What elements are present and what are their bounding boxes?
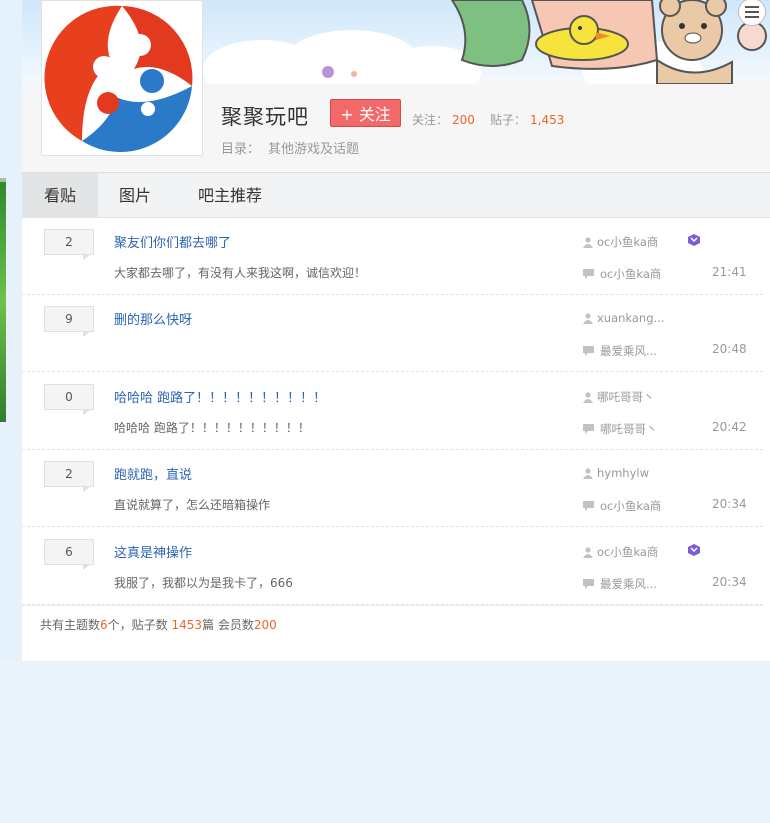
summary-members: 200 bbox=[253, 618, 277, 632]
replier-name-link[interactable]: 最爱乘风... bbox=[600, 343, 657, 359]
forum-logo-icon bbox=[44, 4, 196, 153]
replier-name-link[interactable]: 哪吒哥哥丶 bbox=[600, 421, 658, 437]
forum-title[interactable]: 聚聚玩吧 bbox=[221, 101, 309, 131]
follow-count-value: 200 bbox=[452, 113, 475, 127]
left-decor-strip bbox=[0, 0, 24, 661]
replier-name-link[interactable]: 最爱乘风... bbox=[600, 576, 657, 592]
thread-row: 9 删的那么快呀 xuankang... 最爱乘风... 20:48 bbox=[22, 295, 763, 372]
replier-name-link[interactable]: oc小鱼ka商 bbox=[600, 498, 661, 514]
user-icon bbox=[583, 312, 593, 324]
reply-icon bbox=[583, 269, 594, 279]
follow-count-stat: 关注： 200 bbox=[412, 111, 475, 128]
thread-row: 2 聚友们你们都去哪了 大家都去哪了，有没有人来我这啊，诚信欢迎！ oc小鱼ka… bbox=[22, 218, 763, 295]
author-name-link[interactable]: oc小鱼ka商 bbox=[597, 234, 658, 250]
user-icon bbox=[583, 236, 593, 248]
forum-catalog: 目录： 其他游戏及话题 bbox=[221, 138, 359, 157]
footer-divider bbox=[22, 605, 763, 606]
thread-abstract: 哈哈哈 跑路了！！！！！！！！！！ bbox=[114, 421, 310, 435]
thread-row: 0 哈哈哈 跑路了！！！！！！！！！！ 哈哈哈 跑路了！！！！！！！！！！ 哪吒… bbox=[22, 373, 763, 450]
last-replier: 最爱乘风... bbox=[583, 576, 657, 592]
reply-count: 6 bbox=[44, 539, 94, 570]
catalog-link[interactable]: 其他游戏及话题 bbox=[268, 142, 359, 157]
thread-abstract: 大家都去哪了，有没有人来我这啊，诚信欢迎！ bbox=[114, 266, 367, 280]
thread-row: 2 跑就跑，直说 直说就算了，怎么还暗箱操作 hymhylw oc小鱼ka商 2… bbox=[22, 450, 763, 527]
thread-title-link[interactable]: 哈哈哈 跑路了！！！！！！！！！！ bbox=[114, 387, 326, 406]
reply-icon bbox=[583, 346, 594, 356]
reply-count: 2 bbox=[44, 461, 94, 492]
user-icon bbox=[583, 467, 593, 479]
tab-images[interactable]: 图片 bbox=[98, 173, 172, 219]
replier-name-link[interactable]: oc小鱼ka商 bbox=[600, 266, 661, 282]
reply-time: 20:34 bbox=[712, 575, 747, 589]
last-replier: oc小鱼ka商 bbox=[583, 266, 661, 282]
thread-author: hymhylw bbox=[583, 466, 649, 480]
thread-title-link[interactable]: 这真是神操作 bbox=[114, 542, 192, 561]
author-name-link[interactable]: hymhylw bbox=[597, 466, 649, 480]
summary-prefix: 共有主题数 bbox=[40, 618, 101, 632]
author-name-link[interactable]: oc小鱼ka商 bbox=[597, 544, 658, 560]
summary-topics: 6 bbox=[100, 618, 108, 632]
forum-logo[interactable] bbox=[41, 0, 203, 156]
user-icon bbox=[583, 391, 593, 403]
banner-cartoon-art bbox=[322, 0, 767, 84]
reply-time: 21:41 bbox=[712, 265, 747, 279]
reply-count: 0 bbox=[44, 384, 94, 415]
forum-tabs: 看贴 图片 吧主推荐 bbox=[22, 172, 770, 219]
reply-count: 2 bbox=[44, 229, 94, 260]
thread-author: oc小鱼ka商 bbox=[583, 544, 658, 560]
member-badge-icon bbox=[688, 544, 700, 556]
thread-title-link[interactable]: 聚友们你们都去哪了 bbox=[114, 232, 231, 251]
thread-author: 哪吒哥哥丶 bbox=[583, 389, 655, 405]
side-widget-banner[interactable] bbox=[0, 182, 6, 422]
reply-time: 20:48 bbox=[712, 342, 747, 356]
post-count-stat: 贴子： 1,453 bbox=[490, 111, 564, 128]
summary-mid2: 篇 会员数 bbox=[202, 618, 254, 632]
tab-posts[interactable]: 看贴 bbox=[22, 173, 98, 219]
thread-author: oc小鱼ka商 bbox=[583, 234, 658, 250]
thread-author: xuankang... bbox=[583, 311, 665, 325]
last-replier: 哪吒哥哥丶 bbox=[583, 421, 658, 437]
author-name-link[interactable]: xuankang... bbox=[597, 311, 665, 325]
post-count-label: 贴子： bbox=[490, 113, 527, 127]
summary-posts: 1453 bbox=[171, 618, 203, 632]
last-replier: 最爱乘风... bbox=[583, 343, 657, 359]
follow-count-label: 关注： bbox=[412, 113, 449, 127]
member-badge-icon bbox=[688, 234, 700, 246]
post-count-value: 1,453 bbox=[530, 113, 565, 127]
thread-list: 2 聚友们你们都去哪了 大家都去哪了，有没有人来我这啊，诚信欢迎！ oc小鱼ka… bbox=[22, 218, 770, 661]
thread-row: 6 这真是神操作 我服了，我都以为是我卡了，666 oc小鱼ka商 最爱乘风..… bbox=[22, 528, 763, 605]
user-icon bbox=[583, 546, 593, 558]
last-replier: oc小鱼ka商 bbox=[583, 498, 661, 514]
reply-time: 20:42 bbox=[712, 420, 747, 434]
author-name-link[interactable]: 哪吒哥哥丶 bbox=[597, 389, 655, 405]
reply-icon bbox=[583, 424, 594, 434]
forum-summary: 共有主题数6个，贴子数 1453篇 会员数200 bbox=[40, 616, 277, 633]
follow-button[interactable]: + 关注 bbox=[330, 99, 401, 127]
reply-icon bbox=[583, 579, 594, 589]
reply-time: 20:34 bbox=[712, 497, 747, 511]
tab-recommended[interactable]: 吧主推荐 bbox=[182, 173, 278, 219]
thread-abstract: 我服了，我都以为是我卡了，666 bbox=[114, 576, 293, 590]
catalog-label: 目录： bbox=[221, 142, 261, 157]
thread-title-link[interactable]: 跑就跑，直说 bbox=[114, 464, 192, 483]
thread-title-link[interactable]: 删的那么快呀 bbox=[114, 309, 192, 328]
summary-mid1: 个，贴子数 bbox=[107, 618, 172, 632]
reply-icon bbox=[583, 501, 594, 511]
reply-count: 9 bbox=[44, 306, 94, 337]
thread-abstract: 直说就算了，怎么还暗箱操作 bbox=[114, 498, 271, 512]
